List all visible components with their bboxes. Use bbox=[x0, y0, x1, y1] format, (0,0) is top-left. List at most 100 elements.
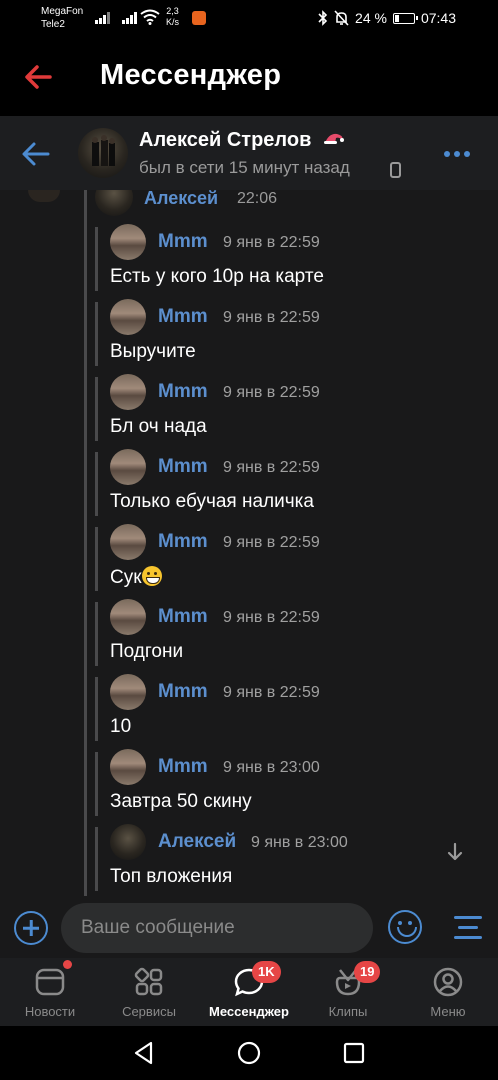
thread-line bbox=[84, 190, 87, 896]
mobile-device-icon bbox=[390, 162, 401, 178]
previous-avatar bbox=[28, 190, 60, 202]
grinning-emoji-icon bbox=[141, 566, 162, 586]
message-time: 9 янв в 22:59 bbox=[223, 534, 320, 551]
unread-badge: 19 bbox=[354, 961, 381, 983]
message-time: 22:06 bbox=[237, 190, 278, 207]
message-text: Завтра 50 скину bbox=[110, 791, 252, 812]
system-home-icon[interactable] bbox=[236, 1040, 262, 1066]
chat-back-icon[interactable] bbox=[21, 141, 51, 167]
avatar[interactable] bbox=[110, 674, 146, 710]
sender-name[interactable]: Алексей bbox=[144, 190, 218, 209]
services-icon bbox=[134, 967, 163, 996]
avatar[interactable] bbox=[110, 449, 146, 485]
sender-name[interactable]: Mmm bbox=[158, 606, 208, 628]
more-options-icon[interactable] bbox=[444, 151, 470, 157]
status-time: 07:43 bbox=[420, 10, 456, 26]
forwarded-message[interactable]: Mmm 9 янв в 22:59 Выручите bbox=[95, 299, 475, 369]
nav-clips[interactable]: 19 Клипы bbox=[298, 958, 398, 1026]
forwarded-message[interactable]: Mmm 9 янв в 22:59 Есть у кого 10р на кар… bbox=[95, 224, 475, 294]
sender-name[interactable]: Mmm bbox=[158, 306, 208, 328]
forwarded-message[interactable]: Mmm 9 янв в 22:59 Подгони bbox=[95, 599, 475, 669]
status-right: 24 % 07:43 bbox=[318, 10, 456, 26]
keyboard-menu-icon[interactable] bbox=[454, 914, 482, 940]
message-text: Бл оч нада bbox=[110, 416, 207, 437]
news-icon bbox=[35, 968, 65, 996]
nav-messenger[interactable]: 1K Мессенджер bbox=[199, 958, 299, 1026]
forwarded-message[interactable]: Mmm 9 янв в 22:59 10 bbox=[95, 674, 475, 744]
system-recents-icon[interactable] bbox=[341, 1040, 367, 1066]
message-text: Топ вложения bbox=[110, 866, 233, 887]
status-bar: MegaFon Tele2 2,3 K/s 24 % 07:43 bbox=[0, 0, 498, 38]
avatar-photo bbox=[92, 135, 115, 166]
santa-hat-icon bbox=[323, 133, 344, 144]
sender-name[interactable]: Mmm bbox=[158, 231, 208, 253]
avatar[interactable] bbox=[110, 224, 146, 260]
message-input[interactable] bbox=[61, 903, 373, 953]
carrier-names: MegaFon Tele2 bbox=[41, 5, 83, 31]
nav-news[interactable]: Новости bbox=[0, 958, 100, 1026]
online-status: был в сети 15 минут назад bbox=[139, 158, 350, 177]
sender-name[interactable]: Mmm bbox=[158, 531, 208, 553]
avatar[interactable] bbox=[110, 599, 146, 635]
avatar[interactable] bbox=[95, 190, 133, 216]
mute-bell-icon bbox=[334, 10, 349, 26]
sender-name[interactable]: Mmm bbox=[158, 381, 208, 403]
nav-label: Сервисы bbox=[122, 1004, 176, 1019]
nav-label: Меню bbox=[430, 1004, 466, 1019]
nav-menu[interactable]: Меню bbox=[398, 958, 498, 1026]
avatar[interactable] bbox=[110, 299, 146, 335]
nav-services[interactable]: Сервисы bbox=[99, 958, 199, 1026]
system-navigation bbox=[0, 1026, 498, 1080]
quote-bar bbox=[95, 602, 98, 666]
chat-avatar[interactable] bbox=[78, 128, 128, 178]
message-time: 9 янв в 23:00 bbox=[223, 759, 320, 776]
sender-name[interactable]: Mmm bbox=[158, 456, 208, 478]
app-notification-icon bbox=[192, 11, 206, 25]
message-time: 9 янв в 22:59 bbox=[223, 609, 320, 626]
avatar[interactable] bbox=[110, 374, 146, 410]
forwarded-message[interactable]: Mmm 9 янв в 23:00 Завтра 50 скину bbox=[95, 749, 475, 819]
quote-bar bbox=[95, 677, 98, 741]
message-text: Сук bbox=[110, 566, 162, 589]
back-arrow-icon[interactable] bbox=[22, 60, 56, 94]
forwarded-message[interactable]: Mmm 9 янв в 22:59 Только ебучая наличка bbox=[95, 449, 475, 519]
attach-plus-icon[interactable] bbox=[14, 911, 48, 945]
avatar[interactable] bbox=[110, 824, 146, 860]
battery-percent: 24 % bbox=[355, 10, 387, 26]
message-list[interactable]: Алексей 22:06 Mmm 9 янв в 22:59 Есть у к… bbox=[0, 190, 498, 900]
quote-bar bbox=[95, 752, 98, 816]
signal-icon bbox=[122, 12, 137, 24]
chat-header[interactable]: Алексей Стрелов был в сети 15 минут наза… bbox=[0, 116, 498, 190]
message-text: Подгони bbox=[110, 641, 184, 662]
forwarded-message[interactable]: Mmm 9 янв в 22:59 Сук bbox=[95, 524, 475, 594]
bottom-nav: Новости Сервисы 1K Мессенджер 19 Клипы М… bbox=[0, 958, 498, 1026]
sender-name[interactable]: Mmm bbox=[158, 681, 208, 703]
quote-bar bbox=[95, 452, 98, 516]
quote-bar bbox=[95, 227, 98, 291]
message-time: 9 янв в 23:00 bbox=[251, 834, 348, 851]
quote-bar bbox=[95, 527, 98, 591]
avatar[interactable] bbox=[110, 524, 146, 560]
forwarded-message[interactable]: Mmm 9 янв в 22:59 Бл оч нада bbox=[95, 374, 475, 444]
page-title: Мессенджер bbox=[100, 59, 282, 91]
forwarded-message[interactable]: Алексей 9 янв в 23:00 Топ вложения bbox=[95, 824, 475, 894]
sender-name[interactable]: Mmm bbox=[158, 756, 208, 778]
chat-name-text: Алексей Стрелов bbox=[139, 129, 312, 151]
bluetooth-icon bbox=[318, 10, 328, 26]
unread-badge: 1K bbox=[252, 961, 281, 983]
sender-name[interactable]: Алексей bbox=[158, 831, 236, 853]
smiley-icon[interactable] bbox=[388, 910, 422, 944]
carrier-2: Tele2 bbox=[41, 19, 65, 30]
message-time: 9 янв в 22:59 bbox=[223, 684, 320, 701]
message-text: Есть у кого 10р на карте bbox=[110, 266, 324, 287]
avatar[interactable] bbox=[110, 749, 146, 785]
system-back-icon[interactable] bbox=[131, 1040, 157, 1066]
message-text: Только ебучая наличка bbox=[110, 491, 314, 512]
app-header: Мессенджер bbox=[0, 38, 498, 116]
signal-icon bbox=[95, 12, 110, 24]
scroll-down-icon[interactable] bbox=[446, 842, 464, 862]
nav-label: Новости bbox=[24, 1004, 76, 1019]
speed-value: 2,3 bbox=[166, 6, 179, 16]
network-speed: 2,3 K/s bbox=[166, 6, 179, 28]
quote-bar bbox=[95, 827, 98, 891]
